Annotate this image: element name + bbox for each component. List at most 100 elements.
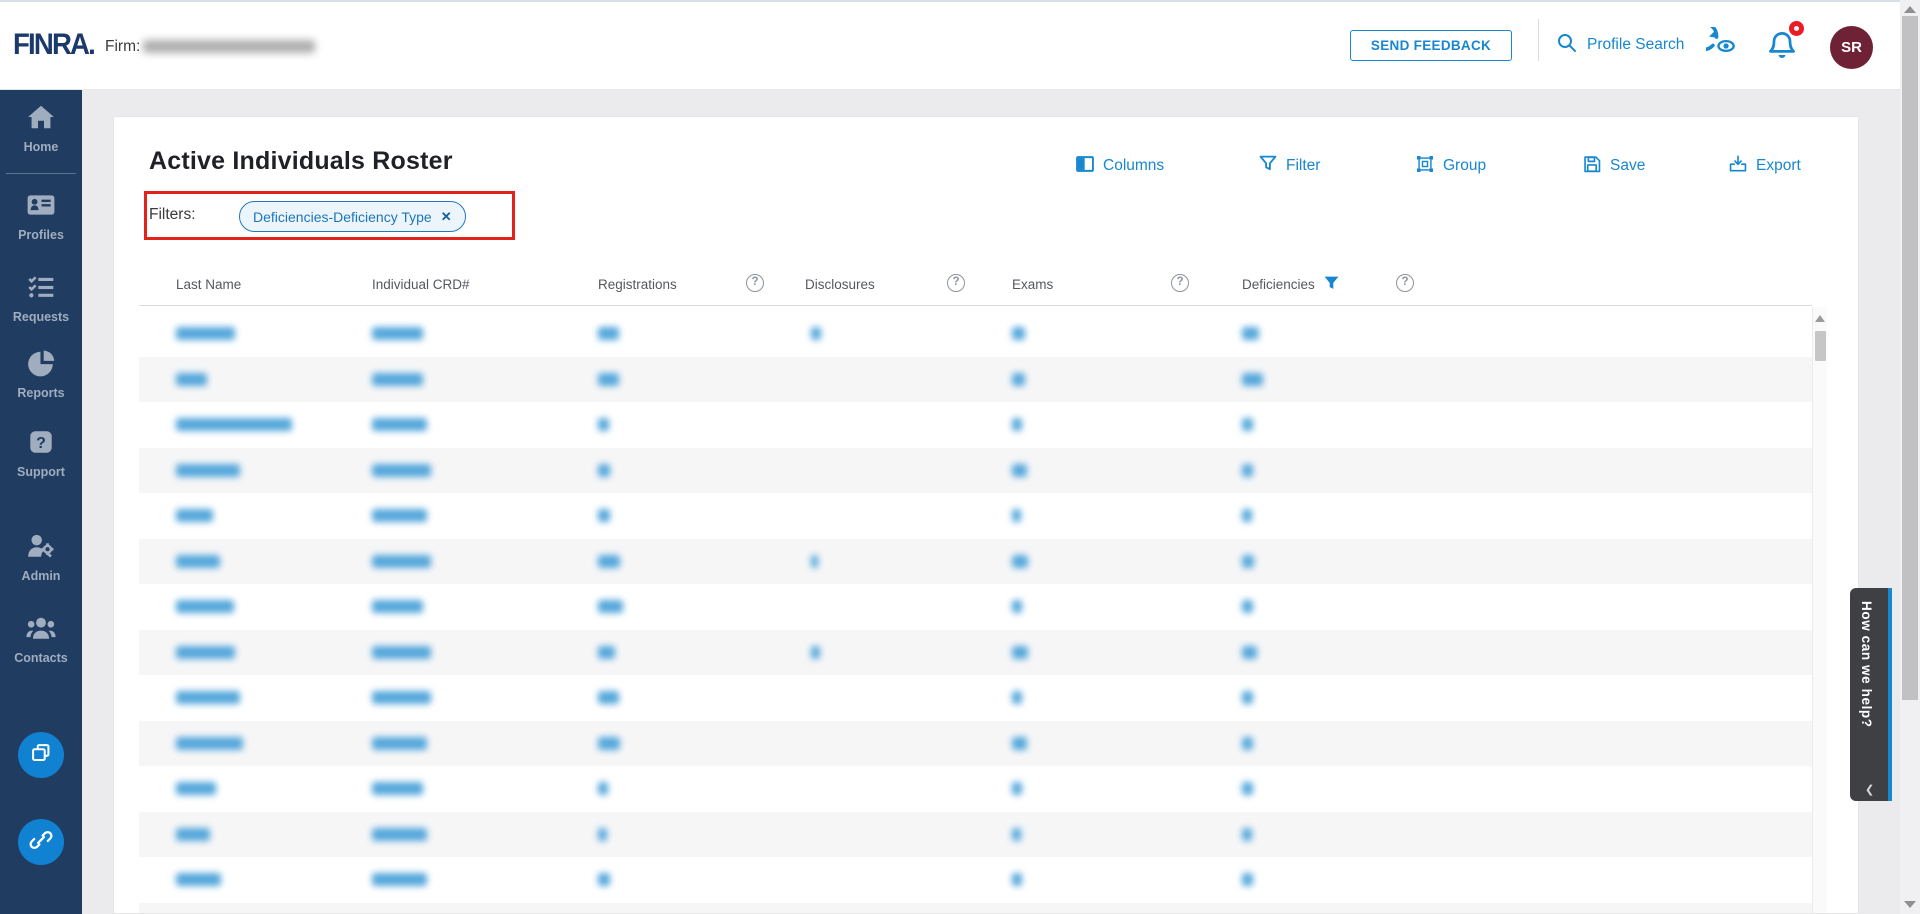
redacted-exams-link[interactable]	[1012, 327, 1025, 340]
redacted-crd-link[interactable]	[372, 555, 431, 568]
redacted-reg-link[interactable]	[598, 327, 619, 340]
redacted-reg-link[interactable]	[598, 828, 607, 841]
recently-viewed-history-icon[interactable]	[1706, 27, 1744, 70]
redacted-crd-link[interactable]	[372, 737, 427, 750]
sidebar-item-profiles[interactable]: Profiles	[0, 190, 82, 242]
table-scrollbar[interactable]	[1812, 307, 1827, 914]
redacted-crd-link[interactable]	[372, 327, 423, 340]
redacted-reg-link[interactable]	[598, 737, 620, 750]
redacted-reg-link[interactable]	[598, 782, 608, 795]
redacted-crd-link[interactable]	[372, 509, 427, 522]
redacted-exams-link[interactable]	[1012, 873, 1022, 886]
redacted-reg-link[interactable]	[598, 464, 610, 477]
redacted-name-link[interactable]	[176, 600, 234, 613]
table-scroll-up-arrow[interactable]	[1815, 315, 1825, 322]
sidebar-item-home[interactable]: Home	[0, 102, 82, 154]
redacted-def-link[interactable]	[1242, 509, 1252, 522]
redacted-exams-link[interactable]	[1012, 737, 1027, 750]
redacted-exams-link[interactable]	[1012, 555, 1028, 568]
redacted-crd-link[interactable]	[372, 782, 423, 795]
filter-chip-deficiency-type[interactable]: Deficiencies-Deficiency Type ✕	[239, 201, 466, 232]
redacted-name-link[interactable]	[176, 828, 210, 841]
redacted-disc-link[interactable]	[811, 327, 821, 340]
redacted-disc-link[interactable]	[811, 646, 820, 659]
redacted-exams-link[interactable]	[1012, 509, 1021, 522]
redacted-reg-link[interactable]	[598, 691, 619, 704]
redacted-def-link[interactable]	[1242, 418, 1253, 431]
redacted-reg-link[interactable]	[598, 646, 615, 659]
redacted-crd-link[interactable]	[372, 691, 431, 704]
redacted-name-link[interactable]	[176, 509, 213, 522]
table-scrollbar-thumb[interactable]	[1815, 331, 1826, 361]
redacted-def-link[interactable]	[1242, 373, 1263, 386]
browser-scrollbar-thumb[interactable]	[1902, 16, 1918, 700]
sidebar-item-support[interactable]: ? Support	[0, 427, 82, 479]
redacted-reg-link[interactable]	[598, 418, 609, 431]
help-icon[interactable]: ?	[947, 274, 965, 292]
redacted-exams-link[interactable]	[1012, 828, 1021, 841]
redacted-name-link[interactable]	[176, 737, 243, 750]
redacted-reg-link[interactable]	[598, 555, 620, 568]
redacted-exams-link[interactable]	[1012, 600, 1022, 613]
redacted-name-link[interactable]	[176, 464, 240, 477]
redacted-name-link[interactable]	[176, 873, 221, 886]
redacted-def-link[interactable]	[1242, 873, 1253, 886]
help-icon[interactable]: ?	[1171, 274, 1189, 292]
redacted-exams-link[interactable]	[1012, 782, 1022, 795]
browser-scrollbar[interactable]	[1900, 0, 1920, 914]
redacted-name-link[interactable]	[176, 691, 240, 704]
redacted-exams-link[interactable]	[1012, 418, 1022, 431]
redacted-exams-link[interactable]	[1012, 691, 1022, 704]
redacted-crd-link[interactable]	[372, 600, 423, 613]
redacted-name-link[interactable]	[176, 646, 235, 659]
profile-search-button[interactable]: Profile Search	[1556, 30, 1684, 60]
redacted-exams-link[interactable]	[1012, 373, 1025, 386]
sidebar-item-reports[interactable]: Reports	[0, 348, 82, 400]
redacted-crd-link[interactable]	[372, 873, 427, 886]
redacted-crd-link[interactable]	[372, 373, 423, 386]
redacted-crd-link[interactable]	[372, 464, 431, 477]
redacted-reg-link[interactable]	[598, 873, 610, 886]
redacted-def-link[interactable]	[1242, 691, 1253, 704]
help-icon[interactable]: ?	[746, 274, 764, 292]
redacted-crd-link[interactable]	[372, 418, 427, 431]
help-widget-tab[interactable]: How can we help? ❮	[1850, 588, 1892, 801]
save-button[interactable]: Save	[1583, 155, 1645, 177]
redacted-def-link[interactable]	[1242, 646, 1257, 659]
send-feedback-button[interactable]: SEND FEEDBACK	[1350, 30, 1512, 61]
help-icon[interactable]: ?	[1396, 274, 1414, 292]
redacted-def-link[interactable]	[1242, 555, 1254, 568]
filter-button[interactable]: Filter	[1259, 155, 1320, 177]
redacted-def-link[interactable]	[1242, 327, 1259, 340]
multi-window-button[interactable]	[18, 732, 64, 778]
redacted-reg-link[interactable]	[598, 600, 623, 613]
redacted-crd-link[interactable]	[372, 828, 427, 841]
scroll-up-arrow[interactable]	[1904, 6, 1916, 13]
redacted-reg-link[interactable]	[598, 373, 619, 386]
columns-button[interactable]: Columns	[1076, 155, 1164, 177]
redacted-name-link[interactable]	[176, 418, 292, 431]
redacted-name-link[interactable]	[176, 555, 220, 568]
export-button[interactable]: Export	[1729, 155, 1801, 177]
redacted-exams-link[interactable]	[1012, 646, 1028, 659]
redacted-disc-link[interactable]	[811, 555, 818, 568]
redacted-def-link[interactable]	[1242, 600, 1253, 613]
redacted-name-link[interactable]	[176, 327, 235, 340]
redacted-def-link[interactable]	[1242, 782, 1253, 795]
chip-close-icon[interactable]: ✕	[441, 209, 452, 225]
redacted-name-link[interactable]	[176, 373, 207, 386]
redacted-name-link[interactable]	[176, 782, 216, 795]
sidebar-item-contacts[interactable]: Contacts	[0, 613, 82, 665]
user-avatar[interactable]: SR	[1830, 26, 1873, 69]
redacted-reg-link[interactable]	[598, 509, 610, 522]
scroll-down-arrow[interactable]	[1904, 901, 1916, 908]
active-filter-funnel-icon[interactable]	[1324, 276, 1339, 295]
sidebar-item-requests[interactable]: Requests	[0, 272, 82, 324]
group-button[interactable]: Group	[1416, 155, 1486, 177]
redacted-def-link[interactable]	[1242, 828, 1252, 841]
redacted-exams-link[interactable]	[1012, 464, 1027, 477]
redacted-crd-link[interactable]	[372, 646, 431, 659]
quick-links-button[interactable]	[18, 819, 64, 865]
sidebar-item-admin[interactable]: Admin	[0, 531, 82, 583]
redacted-def-link[interactable]	[1242, 464, 1253, 477]
